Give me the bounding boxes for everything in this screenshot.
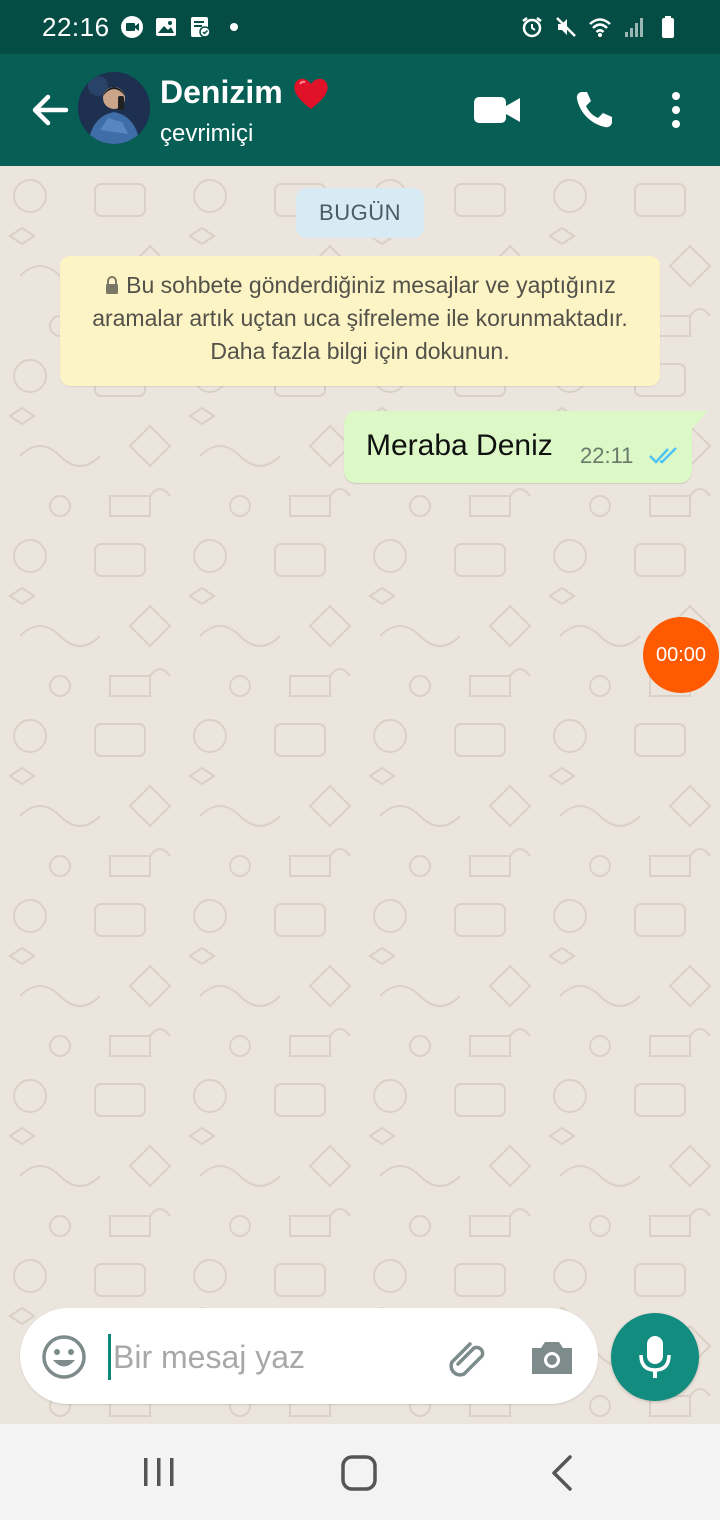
status-bar: 22:16 bbox=[0, 0, 720, 54]
microphone-icon bbox=[639, 1336, 671, 1378]
signal-icon bbox=[625, 18, 643, 37]
gallery-icon bbox=[156, 18, 176, 36]
message-composer bbox=[20, 1308, 598, 1404]
nav-back-icon[interactable] bbox=[544, 1452, 580, 1494]
contact-name[interactable]: Denizim bbox=[160, 74, 331, 111]
outgoing-message[interactable]: Meraba Deniz 22:11 bbox=[344, 411, 692, 483]
message-tail bbox=[692, 411, 708, 429]
contact-name-text: Denizim bbox=[160, 74, 283, 110]
emoji-icon[interactable] bbox=[40, 1333, 88, 1381]
mute-icon bbox=[556, 17, 576, 37]
recording-timer[interactable]: 00:00 bbox=[643, 617, 719, 693]
contact-status: çevrimiçi bbox=[160, 120, 254, 147]
dot-icon bbox=[230, 23, 238, 31]
message-text: Meraba Deniz bbox=[366, 429, 553, 462]
home-icon[interactable] bbox=[338, 1452, 380, 1494]
camera-icon[interactable] bbox=[528, 1334, 576, 1382]
attach-icon[interactable] bbox=[444, 1334, 492, 1382]
heart-icon bbox=[294, 78, 328, 109]
encryption-notice[interactable]: Bu sohbete gönderdiğiniz mesajlar ve yap… bbox=[60, 256, 660, 386]
wifi-icon bbox=[589, 18, 611, 37]
battery-icon bbox=[662, 16, 674, 38]
system-nav-bar bbox=[0, 1424, 720, 1520]
status-time: 22:16 bbox=[42, 12, 110, 42]
read-ticks-icon bbox=[649, 447, 677, 464]
chat-header: Denizim çevrimiçi bbox=[0, 54, 720, 166]
phone-icon[interactable] bbox=[572, 88, 616, 132]
note-icon bbox=[191, 17, 211, 38]
recent-apps-icon[interactable] bbox=[138, 1454, 180, 1490]
chat-area[interactable]: BUGÜN Bu sohbete gönderdiğiniz mesajlar … bbox=[0, 166, 720, 1424]
encryption-notice-text: Bu sohbete gönderdiğiniz mesajlar ve yap… bbox=[92, 272, 628, 364]
alarm-icon bbox=[522, 17, 542, 38]
date-separator: BUGÜN bbox=[296, 188, 424, 238]
avatar[interactable] bbox=[78, 72, 150, 144]
screen-recorder-icon bbox=[121, 16, 143, 38]
lock-icon bbox=[106, 276, 119, 294]
microphone-button[interactable] bbox=[611, 1313, 699, 1401]
message-input[interactable] bbox=[108, 1334, 428, 1380]
more-options-icon[interactable] bbox=[660, 88, 692, 132]
message-time: 22:11 bbox=[580, 443, 634, 468]
back-arrow-icon[interactable] bbox=[28, 88, 72, 132]
video-call-icon[interactable] bbox=[472, 92, 522, 128]
avatar-photo bbox=[78, 72, 150, 144]
